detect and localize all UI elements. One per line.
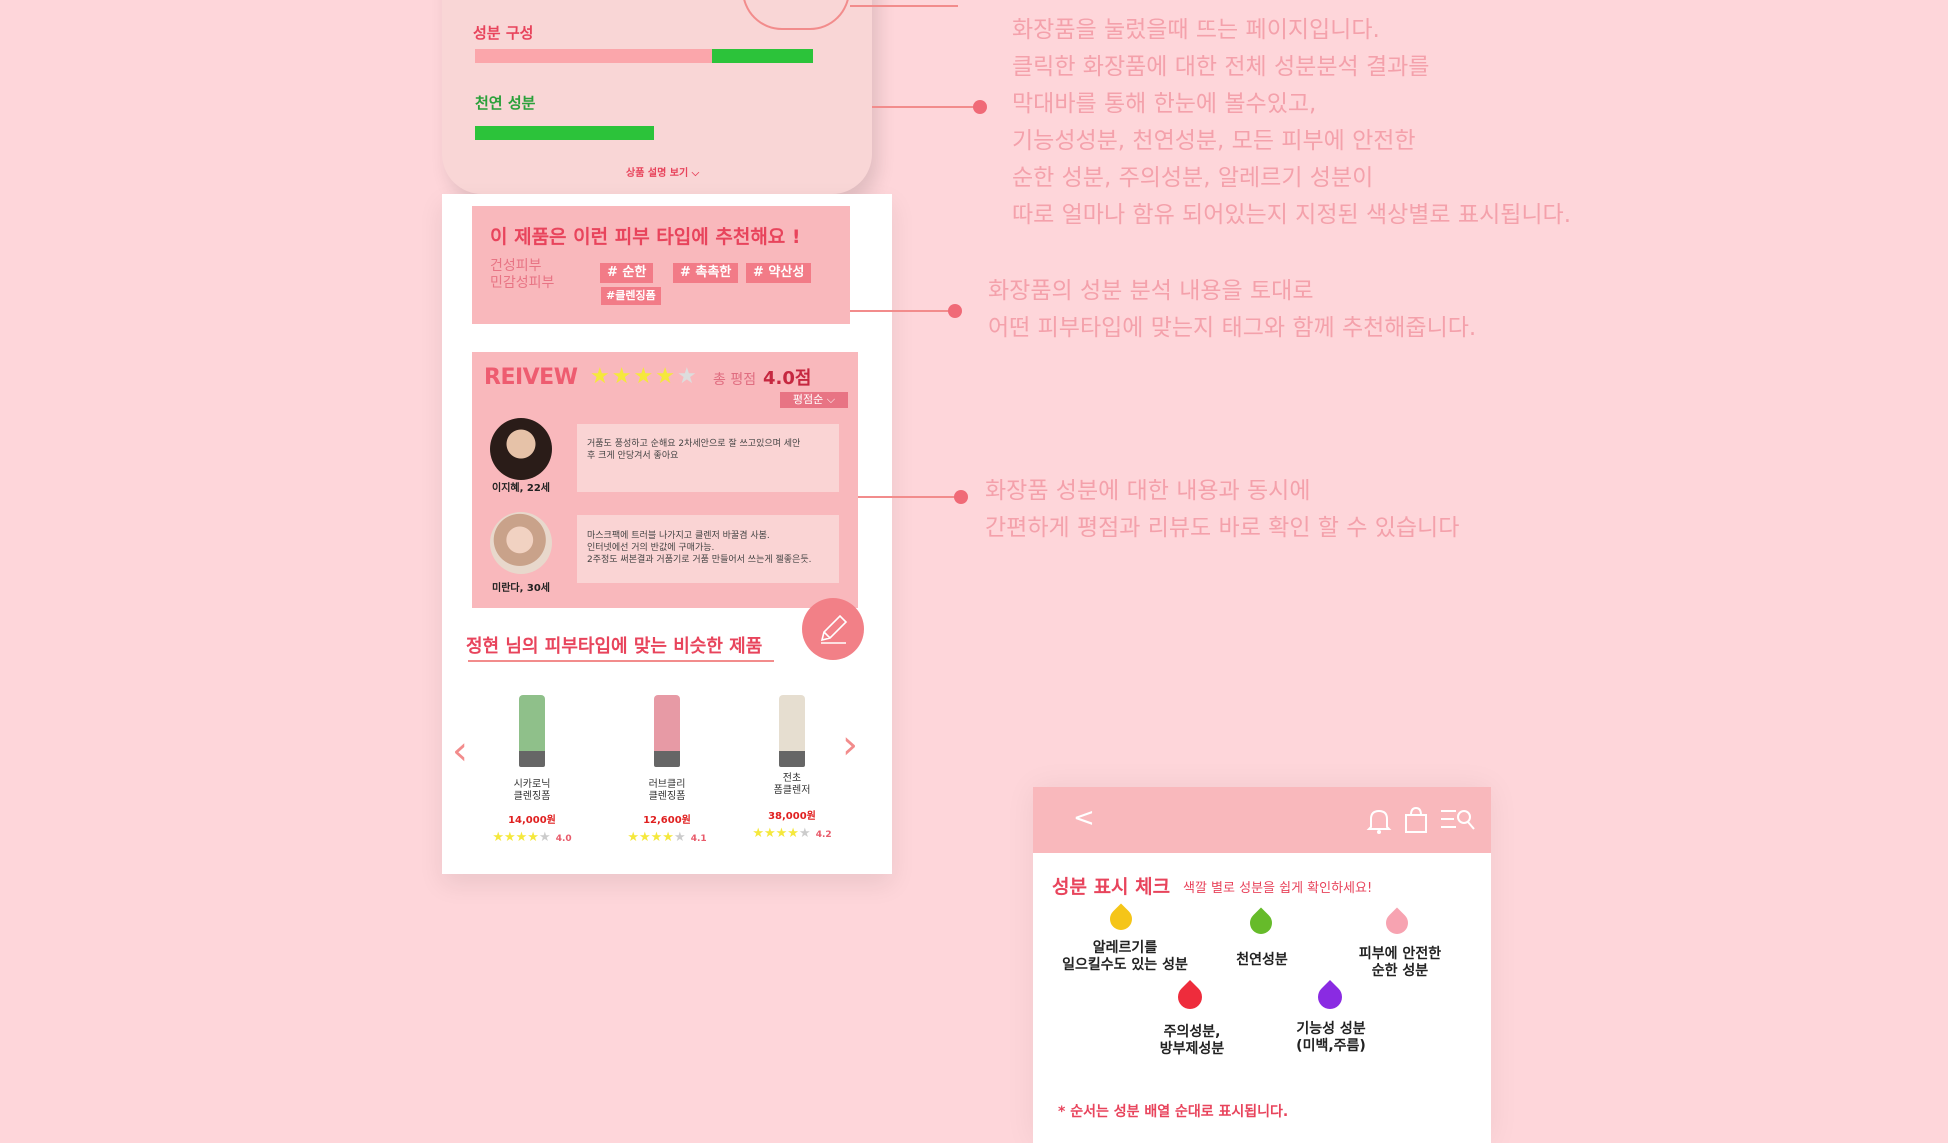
- reviewer-name: 이지혜, 22세: [492, 483, 550, 494]
- review-text: 거품도 풍성하고 순해요 2차세안으로 잘 쓰고있으며 세안 후 크게 안당겨서…: [577, 424, 839, 492]
- product-rating: ★★★★★ 4.0: [477, 826, 587, 845]
- annotation-review: 화장품 성분에 대한 내용과 동시에 간편하게 평점과 리뷰도 바로 확인 할 수…: [985, 478, 1460, 541]
- pencil-icon: [820, 614, 848, 644]
- drop-icon-yellow: [1105, 903, 1137, 935]
- back-icon[interactable]: <: [1073, 803, 1095, 833]
- tag-moist[interactable]: # 촉촉한: [673, 263, 739, 283]
- reviewer-avatar: [490, 512, 552, 574]
- product-stars: ★★★★★: [627, 830, 686, 845]
- natural-bar-track: [475, 126, 813, 140]
- product-score: 4.0: [555, 834, 572, 844]
- product-image: [519, 695, 545, 767]
- drop-icon-green: [1245, 907, 1277, 939]
- annotation-dot: [954, 490, 968, 504]
- skin-type: 건성피부: [490, 258, 542, 274]
- star-icon: ★: [611, 364, 634, 389]
- review-text-line: 2주정도 써본결과 거품기로 거품 만들어서 쓰는게 젤좋은듯.: [587, 555, 812, 565]
- product-image: [779, 695, 805, 767]
- natural-label: 천연 성분: [475, 94, 536, 112]
- product-card[interactable]: 전초 폼클렌저 38,000원 ★★★★★ 4.2: [737, 695, 847, 841]
- drop-icon-pink: [1381, 907, 1413, 939]
- product-card[interactable]: 시카로닉 클렌징폼 14,000원 ★★★★★ 4.0: [477, 695, 587, 845]
- write-review-button[interactable]: [802, 598, 864, 660]
- review-text-line: 마스크팩에 트러블 나가지고 클렌저 바꿀겸 사봄.: [587, 531, 770, 541]
- product-price: 38,000원: [768, 811, 816, 822]
- legend-footnote: * 순서는 성분 배열 순대로 표시됩니다.: [1058, 1104, 1289, 1120]
- chevron-down-icon: ⌵: [826, 393, 836, 406]
- similar-underline: [468, 660, 774, 662]
- star-icon: ★: [633, 364, 656, 389]
- menu-search-icon[interactable]: [1440, 807, 1476, 837]
- natural-bar-fill: [475, 126, 655, 140]
- product-rating: ★★★★★ 4.2: [737, 822, 847, 841]
- connector-line: [850, 310, 956, 312]
- skin-types: 건성피부 민감성피부: [490, 258, 554, 292]
- star-icon: ★: [590, 364, 612, 389]
- tag-mild[interactable]: # 순한: [600, 263, 654, 283]
- annotation-ingredient: 화장품을 눌렀을때 뜨는 페이지입니다. 클릭한 화장품에 대한 전체 성분분석 …: [1012, 17, 1572, 228]
- composition-label: 성분 구성: [473, 24, 534, 42]
- legend-subtitle: 색깔 별로 성분을 쉽게 확인하세요!: [1183, 881, 1373, 896]
- product-price: 14,000원: [508, 815, 556, 826]
- review-text-line: 후 크게 안당겨서 좋아요: [587, 451, 679, 461]
- reviewer-avatar: [490, 418, 552, 480]
- annotation-dot: [948, 304, 962, 318]
- product-rating: ★★★★★ 4.1: [612, 826, 722, 845]
- skin-type: 민감성피부: [490, 275, 555, 291]
- drop-icon-purple: [1313, 980, 1347, 1014]
- legend-title: 성분 표시 체크: [1052, 876, 1171, 898]
- prev-arrow-icon[interactable]: ‹: [452, 728, 468, 774]
- product-detail-link[interactable]: 상품 설명 보기 ⌵: [626, 164, 699, 179]
- tag-cleansing-foam[interactable]: #클렌징폼: [601, 287, 661, 305]
- legend-item: 기능성 성분 (미백,주름): [1296, 1021, 1366, 1054]
- product-image: [654, 695, 680, 767]
- drop-icon-red: [1173, 980, 1207, 1014]
- tag-weak-acid[interactable]: # 약산성: [746, 263, 812, 283]
- annotation-recommend: 화장품의 성분 분석 내용을 토대로 어떤 피부타입에 맞는지 태그와 함께 추천…: [988, 278, 1477, 341]
- review-text: 마스크팩에 트러블 나가지고 클렌저 바꿀겸 사봄. 인터넷에선 거의 반값에 …: [577, 515, 839, 583]
- product-stars: ★★★★★: [492, 830, 551, 845]
- product-score: 4.2: [815, 830, 832, 840]
- annotation-dot: [973, 100, 987, 114]
- star-icon: ★: [655, 364, 677, 389]
- connector-line: [850, 5, 958, 7]
- product-card[interactable]: 러브클리 클렌징폼 12,600원 ★★★★★ 4.1: [612, 695, 722, 845]
- connector-line: [858, 496, 962, 498]
- review-title: REIVEW: [484, 365, 578, 390]
- product-name: 러브클리 클렌징폼: [648, 779, 686, 802]
- star-empty-icon: ★: [676, 364, 699, 389]
- page: { "ingredient_card": { "composition_labe…: [0, 0, 1948, 1143]
- recommend-title: 이 제품은 이런 피부 타입에 추천해요 !: [490, 226, 801, 248]
- product-name: 전초 폼클렌저: [773, 773, 811, 796]
- rating-value: 4.0점: [763, 368, 812, 389]
- review-text-line: 인터넷에선 거의 반값에 구매가능.: [587, 543, 715, 553]
- product-score: 4.1: [690, 834, 707, 844]
- legend-item: 알레르기를 일으킬수도 있는 성분: [1062, 940, 1188, 973]
- sort-button[interactable]: 평점순 ⌵: [780, 392, 848, 408]
- product-stars: ★★★★★: [752, 826, 811, 841]
- similar-title: 정현 님의 피부타입에 맞는 비슷한 제품: [466, 636, 763, 657]
- rating-label: 총 평점: [713, 372, 757, 388]
- product-name: 시카로닉 클렌징폼: [513, 779, 551, 802]
- composition-bar-track: [475, 49, 813, 63]
- bell-icon[interactable]: [1366, 806, 1392, 838]
- shopping-bag-icon[interactable]: [1403, 806, 1429, 838]
- review-stars: ★★★★★: [590, 364, 699, 389]
- legend-item: 주의성분, 방부제성분: [1159, 1024, 1225, 1057]
- connector-line: [872, 106, 980, 108]
- sort-label: 평점순: [792, 393, 824, 406]
- legend-item: 천연성분: [1236, 952, 1288, 968]
- composition-bar-pink: [475, 49, 712, 63]
- product-price: 12,600원: [643, 815, 691, 826]
- legend-item: 피부에 안전한 순한 성분: [1358, 946, 1442, 979]
- composition-bar-green: [711, 49, 813, 63]
- review-text-line: 거품도 풍성하고 순해요 2차세안으로 잘 쓰고있으며 세안: [587, 439, 801, 449]
- reviewer-name: 미란다, 30세: [492, 583, 550, 594]
